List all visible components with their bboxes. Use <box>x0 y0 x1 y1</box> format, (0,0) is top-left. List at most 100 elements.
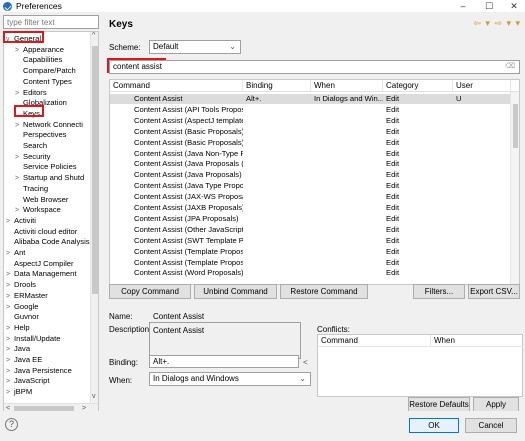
ok-button[interactable]: OK <box>409 418 459 433</box>
table-row[interactable]: Content Assist (AspectJ templates) Edit <box>110 116 511 126</box>
collapse-chevron-icon[interactable]: > <box>6 345 14 355</box>
table-row[interactable]: Content Assist (Word Proposals) Edit <box>110 268 511 278</box>
tree-item[interactable]: Activiti cloud editor <box>6 227 77 237</box>
collapse-chevron-icon[interactable]: > <box>15 206 23 216</box>
tree-item[interactable]: Perspectives <box>15 130 66 140</box>
clear-search-icon[interactable]: ⌫ <box>505 61 515 73</box>
tree-item[interactable]: Compare/Patch <box>15 66 76 76</box>
collapse-chevron-icon[interactable]: > <box>6 367 14 377</box>
tree-item[interactable]: > Drools <box>6 280 36 290</box>
collapse-chevron-icon[interactable]: > <box>6 292 14 302</box>
collapse-chevron-icon[interactable]: > <box>15 46 23 56</box>
conflicts-command-header[interactable]: Command <box>318 335 431 347</box>
collapse-chevron-icon[interactable]: > <box>6 335 14 345</box>
table-row[interactable]: Content Assist (Basic Proposals) Edit <box>110 138 511 148</box>
tree-item[interactable]: Search <box>15 141 47 151</box>
close-button[interactable]: ✕ <box>505 0 523 12</box>
maximize-button[interactable]: ☐ <box>480 0 498 12</box>
filters-button[interactable]: Filters... <box>413 284 465 299</box>
table-row[interactable]: Content Assist (Java Proposals (Ta Edit <box>110 159 511 169</box>
scheme-select[interactable]: Default ⌄ <box>149 40 241 54</box>
binding-menu-icon[interactable]: < <box>303 358 308 367</box>
tree-item[interactable]: Web Browser <box>15 195 68 205</box>
tree-item[interactable]: Guvnor <box>6 312 39 322</box>
table-row[interactable]: Content Assist (JPA Proposals) Edit <box>110 214 511 224</box>
collapse-chevron-icon[interactable]: > <box>6 249 14 259</box>
column-header[interactable]: Category <box>383 80 453 92</box>
column-header[interactable]: When <box>311 80 383 92</box>
tree-item[interactable]: AspectJ Compiler <box>6 259 74 269</box>
collapse-chevron-icon[interactable]: > <box>15 153 23 163</box>
column-header[interactable]: Command <box>110 80 243 92</box>
table-row[interactable]: Content Assist (API Tools Proposa Edit <box>110 105 511 115</box>
collapse-chevron-icon[interactable]: > <box>6 388 14 398</box>
tree-scroll-thumb[interactable] <box>92 46 98 294</box>
collapse-chevron-icon[interactable]: > <box>15 121 23 131</box>
table-vertical-scrollbar[interactable] <box>510 92 519 284</box>
collapse-chevron-icon[interactable]: > <box>6 303 14 313</box>
table-row[interactable]: Content Assist Alt+. In Dialogs and Win...… <box>110 94 511 104</box>
tree-item[interactable]: > Security <box>15 152 50 162</box>
collapse-chevron-icon[interactable]: > <box>6 270 14 280</box>
tree-item[interactable]: > Workspace <box>15 205 61 215</box>
description-field[interactable]: Content Assist <box>149 322 301 359</box>
table-row[interactable]: Content Assist (SWT Template Pro Edit <box>110 236 511 246</box>
tree-item[interactable]: Content Types <box>15 77 72 87</box>
tree-item[interactable]: Service Policies <box>15 162 77 172</box>
copy-command-button[interactable]: Copy Command <box>109 284 191 299</box>
filter-input[interactable] <box>3 15 99 29</box>
column-header[interactable]: User <box>453 80 511 92</box>
restore-defaults-button[interactable]: Restore Defaults <box>408 397 470 412</box>
tree-item[interactable]: > Data Management <box>6 269 76 279</box>
cancel-button[interactable]: Cancel <box>465 418 517 433</box>
scroll-up-icon[interactable]: ^ <box>92 32 95 39</box>
back-forward-icon[interactable]: ⇦ ▾ ⇨ ▾ ▾ <box>473 18 521 29</box>
tree-item[interactable]: > jBPM <box>6 387 32 397</box>
table-row[interactable]: Content Assist (Other JavaScript P Edit <box>110 225 511 235</box>
table-row[interactable]: Content Assist (Basic Proposals) Edit <box>110 127 511 137</box>
collapse-chevron-icon[interactable]: > <box>6 356 14 366</box>
column-header[interactable]: Binding <box>243 80 311 92</box>
unbind-command-button[interactable]: Unbind Command <box>194 284 277 299</box>
table-row[interactable]: Content Assist (Java Type Proposa Edit <box>110 181 511 191</box>
tree-item[interactable]: > Java EE <box>6 355 42 365</box>
tree-item[interactable]: Alibaba Code Analysis <box>6 237 90 247</box>
tree-item[interactable]: > Ant <box>6 248 25 258</box>
scroll-down-icon[interactable]: v <box>92 393 96 400</box>
table-scroll-thumb[interactable] <box>513 104 518 148</box>
tree-item[interactable]: Tracing <box>15 184 48 194</box>
table-row[interactable]: Content Assist (Java Non-Type Pro Edit <box>110 149 511 159</box>
tree-item[interactable]: > Java Persistence <box>6 366 72 376</box>
tree-item[interactable]: > Startup and Shutd <box>15 173 84 183</box>
table-row[interactable]: Content Assist (JAX-WS Proposals Edit <box>110 192 511 202</box>
collapse-chevron-icon[interactable]: > <box>6 377 14 387</box>
tree-item[interactable]: > Network Connecti <box>15 120 83 130</box>
apply-button[interactable]: Apply <box>473 397 519 412</box>
collapse-chevron-icon[interactable]: > <box>15 89 23 99</box>
tree-item[interactable]: > Install/Update <box>6 334 60 344</box>
tree-item[interactable]: Capabilities <box>15 55 62 65</box>
binding-input[interactable]: Alt+. <box>149 355 299 368</box>
restore-command-button[interactable]: Restore Command <box>280 284 368 299</box>
tree-item[interactable]: > JavaScript <box>6 376 49 386</box>
collapse-chevron-icon[interactable]: > <box>6 217 14 227</box>
tree-vertical-scrollbar[interactable]: ^ v <box>90 32 98 404</box>
table-row[interactable]: Content Assist (Java Proposals) Edit <box>110 170 511 180</box>
tree-item[interactable]: > Activiti <box>6 216 36 226</box>
keys-search-input[interactable]: content assist ⌫ <box>109 60 520 74</box>
tree-item[interactable]: > Java <box>6 344 30 354</box>
tree-item[interactable]: > Google <box>6 302 39 312</box>
tree-item[interactable]: > Appearance <box>15 45 64 55</box>
conflicts-when-header[interactable]: When <box>431 335 524 347</box>
table-row[interactable]: Content Assist (Template Proposa Edit <box>110 258 511 268</box>
table-row[interactable]: Content Assist (JAXB Proposals) Edit <box>110 203 511 213</box>
tree-item[interactable]: > Help <box>6 323 30 333</box>
tree-item[interactable]: > Editors <box>15 88 47 98</box>
export-csv-button[interactable]: Export CSV... <box>468 284 520 299</box>
help-icon[interactable]: ? <box>5 418 18 431</box>
minimize-button[interactable]: – <box>454 0 472 12</box>
when-select[interactable]: In Dialogs and Windows ⌄ <box>149 372 311 386</box>
collapse-chevron-icon[interactable]: > <box>6 281 14 291</box>
collapse-chevron-icon[interactable]: > <box>6 324 14 334</box>
collapse-chevron-icon[interactable]: > <box>15 174 23 184</box>
